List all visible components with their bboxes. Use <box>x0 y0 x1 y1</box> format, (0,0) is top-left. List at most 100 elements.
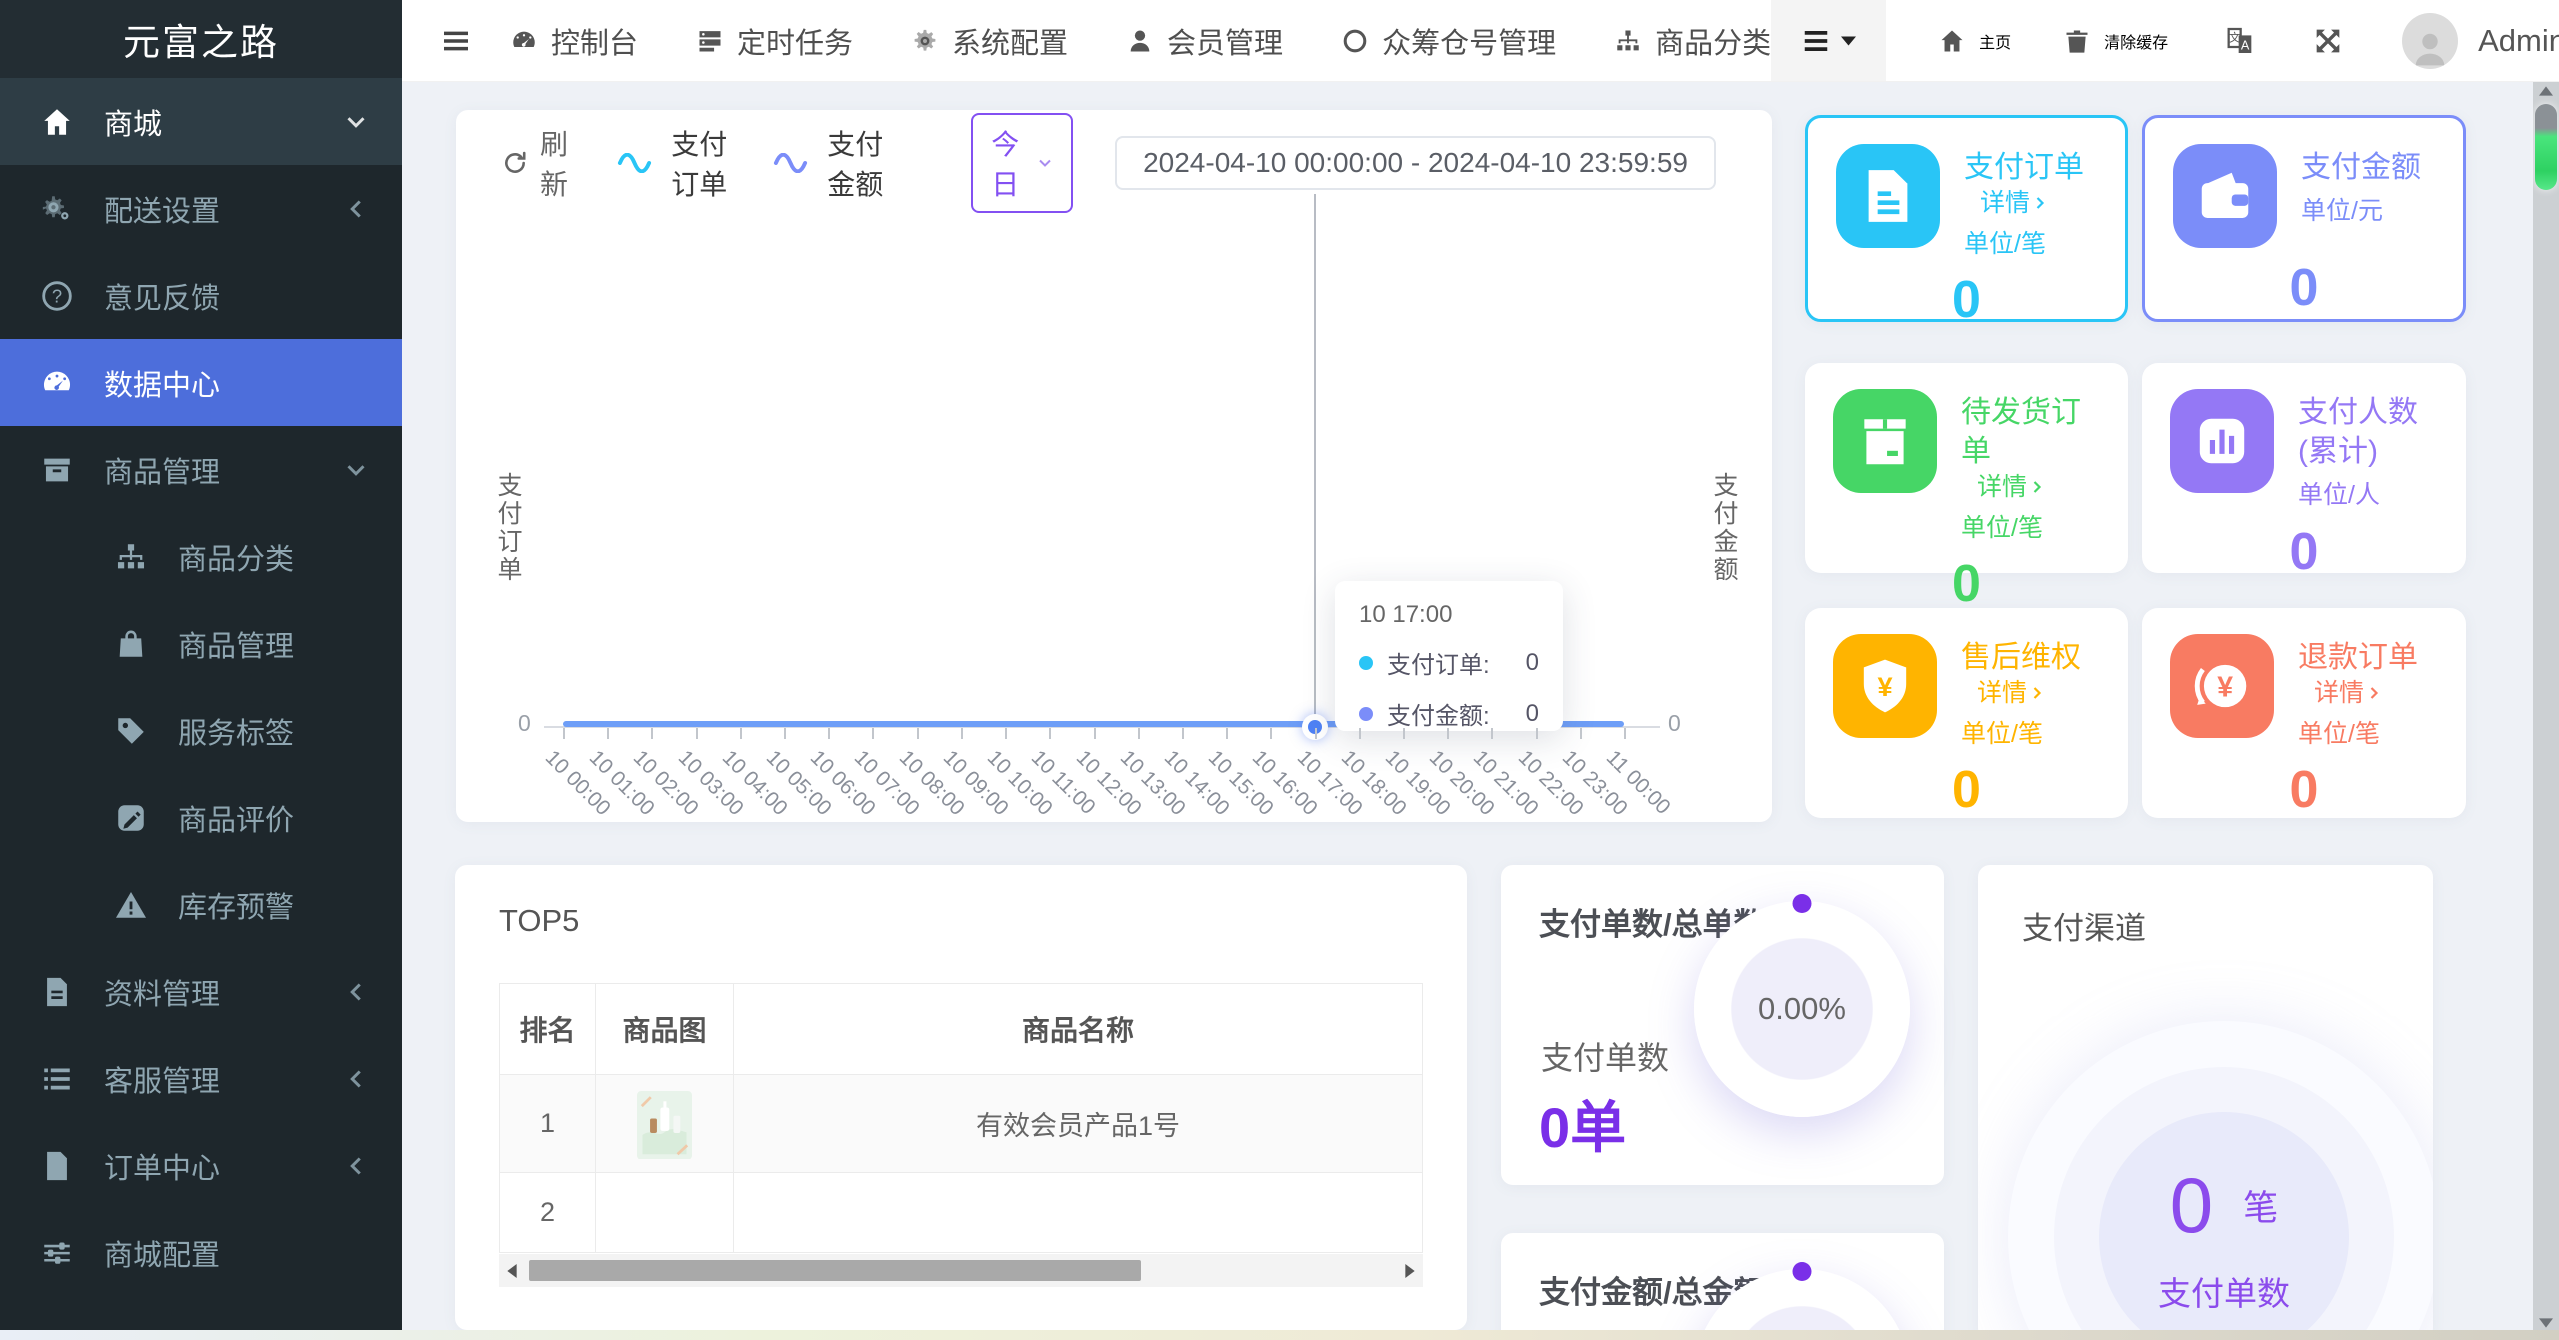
line-chart[interactable]: 支付订单 支付金额 0 0 10 17:00 支付订单: 0 支付金额: 0 10 0… <box>456 190 1772 822</box>
top5-horizontal-scrollbar[interactable] <box>499 1254 1423 1287</box>
sidebar-item-label: 意见反馈 <box>104 282 221 315</box>
nav-more-menu-button[interactable] <box>1771 0 1887 81</box>
fullscreen-icon <box>2312 25 2344 57</box>
nav-item-会员管理[interactable]: 会员管理 <box>1126 20 1283 62</box>
x-axis-tick <box>1535 728 1538 739</box>
product-image-cell <box>595 1172 734 1253</box>
pay-count-ratio-panel: 支付单数/总单数 0.00% 支付单数 0单 <box>1501 865 1944 1185</box>
sitemap-icon <box>1614 27 1642 55</box>
top5-column-header: 商品图 <box>595 983 734 1075</box>
page-vertical-scrollbar[interactable] <box>2533 82 2559 1330</box>
svg-text:A: A <box>2241 38 2250 52</box>
sidebar-item-label: 商品管理 <box>178 630 295 663</box>
x-axis-tick <box>1491 728 1494 739</box>
ratio-gauge: 0.00% <box>1694 894 1910 1117</box>
scrollbar-thumb[interactable] <box>529 1260 1141 1281</box>
gauge-icon <box>34 366 80 400</box>
clear-cache-button[interactable]: 清除缓存 <box>2063 27 2168 55</box>
user-icon <box>1126 27 1154 55</box>
sidebar-item-配送设置[interactable]: 配送设置 <box>0 165 402 252</box>
detail-link[interactable]: 详情 <box>1977 471 2045 504</box>
language-button[interactable]: 文A <box>2224 25 2256 57</box>
wave-icon <box>773 153 815 173</box>
stat-card-unit: 单位/笔 <box>1964 229 2046 258</box>
nav-item-商品分类[interactable]: 商品分类 <box>1614 20 1771 62</box>
detail-link[interactable]: 详情 <box>2314 677 2382 710</box>
sidebar-item-数据中心[interactable]: 数据中心 <box>0 339 402 426</box>
nav-item-系统配置[interactable]: 系统配置 <box>911 20 1068 62</box>
tooltip-row: 支付金额: 0 <box>1359 696 1539 731</box>
sidebar-item-库存预警[interactable]: 库存预警 <box>0 861 402 948</box>
list-icon <box>34 1062 80 1096</box>
stat-card-支付金额: 支付金额 单位/元 0 <box>2142 115 2466 322</box>
x-axis-tick <box>695 728 698 739</box>
detail-label: 详情 <box>1977 473 2028 501</box>
product-name-cell <box>733 1172 1423 1253</box>
scroll-up-arrow-icon[interactable] <box>2539 86 2553 96</box>
wallet-icon <box>2173 144 2277 248</box>
nav-item-label: 会员管理 <box>1167 27 1284 60</box>
table-row[interactable]: 1 有效会员产品1号 <box>499 1074 1423 1173</box>
sidebar-item-商品管理[interactable]: 商品管理 <box>0 600 402 687</box>
avatar <box>2402 12 2459 69</box>
sidebar-item-label: 配送设置 <box>104 195 221 228</box>
sliders-icon <box>34 1236 80 1270</box>
x-axis-tick <box>651 728 654 739</box>
channel-bubble[interactable]: 0 笔 支付单数 <box>2099 1112 2349 1340</box>
sidebar-item-意见反馈[interactable]: ? 意见反馈 <box>0 252 402 339</box>
payment-trend-chart-panel: 刷新 支付订单 支付金额 今日 2024-04-10 00:00:00 - 202… <box>456 110 1772 822</box>
sidebar-item-商城[interactable]: 商城 <box>0 78 402 165</box>
detail-label: 详情 <box>1980 189 2031 217</box>
sidebar-item-商品评价[interactable]: 商品评价 <box>0 774 402 861</box>
circle-icon <box>1341 27 1369 55</box>
sidebar-collapse-button[interactable] <box>402 25 510 57</box>
table-row[interactable]: 2 <box>499 1172 1423 1253</box>
sidebar-item-客服管理[interactable]: 客服管理 <box>0 1035 402 1122</box>
date-range-input[interactable]: 2024-04-10 00:00:00 - 2024-04-10 23:59:5… <box>1115 136 1716 190</box>
detail-link[interactable]: 详情 <box>1980 187 2048 220</box>
user-menu[interactable]: Admin <box>2402 12 2559 69</box>
server-icon <box>696 27 724 55</box>
gauge-icon <box>510 27 538 55</box>
chevron-right-icon <box>2027 479 2045 495</box>
sidebar-item-订单中心[interactable]: 订单中心 <box>0 1122 402 1209</box>
scrollbar-thumb[interactable] <box>2535 104 2557 190</box>
nav-item-众筹仓号管理[interactable]: 众筹仓号管理 <box>1341 20 1556 62</box>
sidebar-item-资料管理[interactable]: 资料管理 <box>0 948 402 1035</box>
chevron-down-icon <box>344 110 368 134</box>
detail-link[interactable]: 详情 <box>1977 677 2045 710</box>
x-axis-tick <box>563 728 565 739</box>
app-window: 元富之路 商城 配送设置? 意见反馈 数据中心 商品管理 商品分类 商品管理 服务标签 商品评价… <box>0 0 2559 1340</box>
stat-card-待发货订单: 待发货订单 详情 单位/笔 0 <box>1805 363 2128 613</box>
sidebar-item-商品分类[interactable]: 商品分类 <box>0 513 402 600</box>
sidebar-item-服务标签[interactable]: 服务标签 <box>0 687 402 774</box>
scroll-right-arrow-icon[interactable] <box>1397 1263 1423 1278</box>
x-axis-tick <box>1049 728 1052 739</box>
stat-card-支付订单: 支付订单 详情 单位/笔 0 <box>1805 115 2128 329</box>
page-horizontal-scrollbar[interactable] <box>0 1330 2559 1340</box>
sidebar-item-商城配置[interactable]: 商城配置 <box>0 1209 402 1296</box>
x-axis-tick <box>1447 728 1450 739</box>
home-button[interactable]: 主页 <box>1938 27 2011 55</box>
nav-item-label: 控制台 <box>551 27 639 60</box>
x-axis-tick <box>1314 728 1317 739</box>
nav-item-控制台[interactable]: 控制台 <box>510 20 638 62</box>
product-name-cell: 有效会员产品1号 <box>733 1074 1423 1173</box>
top5-column-header: 排名 <box>499 983 596 1075</box>
x-axis-tick <box>1579 728 1582 739</box>
scroll-left-arrow-icon[interactable] <box>499 1263 525 1278</box>
stat-card-售后维权: ¥ 售后维权 详情 单位/笔 0 <box>1805 608 2128 819</box>
caret-down-icon <box>1841 36 1857 46</box>
sidebar-item-label: 数据中心 <box>104 369 221 402</box>
scroll-down-arrow-icon[interactable] <box>2539 1318 2553 1328</box>
svg-text:¥: ¥ <box>2217 671 2233 703</box>
sidebar-item-商品管理[interactable]: 商品管理 <box>0 426 402 513</box>
fullscreen-button[interactable] <box>2312 25 2344 57</box>
nav-item-定时任务[interactable]: 定时任务 <box>696 20 853 62</box>
nav-item-label: 定时任务 <box>737 27 854 60</box>
pay-count-value: 0单 <box>1539 1096 1627 1159</box>
translate-icon: 文A <box>2224 25 2256 57</box>
x-axis-tick <box>916 728 919 739</box>
stat-card-title: 退款订单 <box>2298 641 2418 674</box>
pay-count-label: 支付单数 <box>1541 1040 1670 1076</box>
